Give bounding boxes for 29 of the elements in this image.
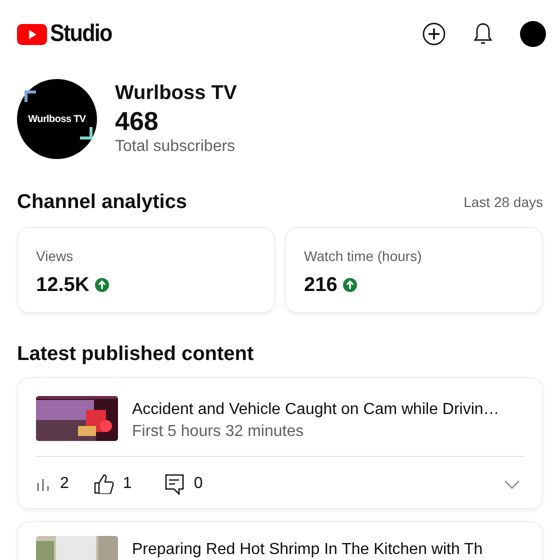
subscriber-count: 468 [115,105,160,137]
section-title: Channel analytics [17,190,188,215]
content-card[interactable]: Preparing Red Hot Shrimp In The Kitchen with Th [17,521,543,560]
metric-card[interactable]: Watch time (hours) 216 [285,227,543,313]
content-card[interactable]: Accident and Vehicle Caught on Cam while Drivin… First 5 hours 32 minutes 2 1 0 [17,377,543,509]
logo-text: Studio [50,22,112,46]
notifications-icon[interactable] [472,22,494,46]
metric-value: 216 [304,273,338,297]
video-title[interactable]: Preparing Red Hot Shrimp In The Kitchen with Th [132,539,483,560]
period-label: Last 28 days [464,192,543,212]
expand-icon[interactable] [504,480,520,488]
account-avatar[interactable] [520,21,546,47]
section-title: Latest published content [17,343,254,365]
subscriber-label: Total subscribers [115,137,236,157]
metric-card[interactable]: Views 12.5K [17,227,275,313]
metric-value: 12.5K [36,273,90,297]
video-subtitle: First 5 hours 32 minutes [132,422,305,442]
like-count: 1 [122,474,132,494]
channel-name: Wurlboss TV [115,81,237,105]
metric-label: Views [36,247,74,265]
view-count: 2 [60,474,69,494]
logo-icon [17,24,47,44]
create-icon[interactable] [422,22,446,46]
comment-count: 0 [194,474,203,494]
video-title[interactable]: Accident and Vehicle Caught on Cam while Drivin… [132,399,500,421]
thumbs-up-icon [94,474,115,494]
comment-icon [164,474,184,494]
metric-label: Watch time (hours) [304,247,423,265]
channel-avatar: Wurlboss TV [17,79,97,159]
